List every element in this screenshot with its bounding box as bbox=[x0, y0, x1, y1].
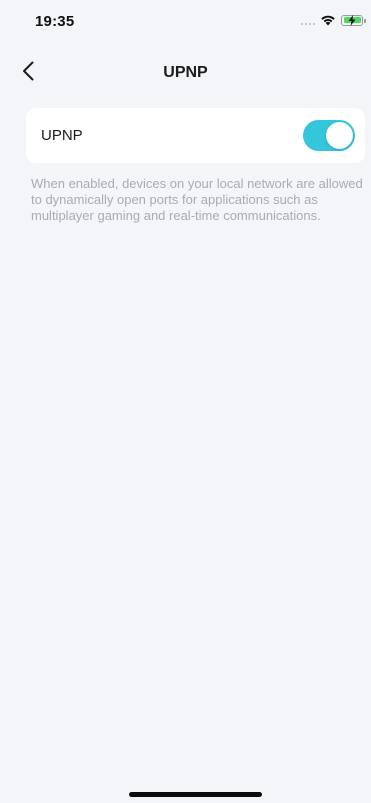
home-indicator bbox=[129, 792, 262, 797]
upnp-toggle[interactable] bbox=[303, 120, 355, 151]
battery-charging-icon bbox=[341, 14, 366, 26]
wifi-icon bbox=[320, 14, 336, 26]
nav-bar: UPNP bbox=[0, 50, 371, 94]
signal-dots-icon bbox=[301, 15, 315, 25]
toggle-knob bbox=[326, 122, 353, 149]
upnp-label: UPNP bbox=[41, 127, 83, 144]
status-bar: 19:35 bbox=[0, 0, 371, 44]
upnp-description: When enabled, devices on your local netw… bbox=[31, 176, 363, 223]
upnp-setting-card: UPNP bbox=[26, 108, 365, 163]
status-time: 19:35 bbox=[35, 13, 75, 30]
status-icons bbox=[301, 14, 366, 26]
page-title: UPNP bbox=[163, 64, 208, 81]
